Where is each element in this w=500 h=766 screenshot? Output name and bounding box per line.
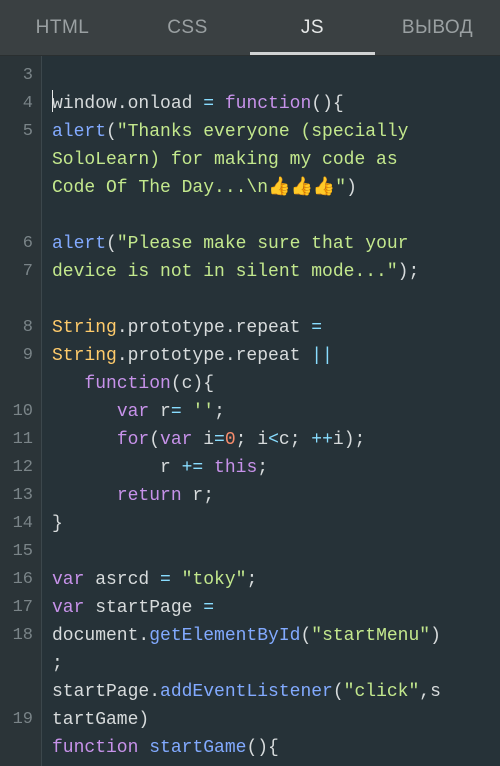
code-line[interactable]: window.onload = function(){ (52, 90, 500, 118)
line-number: 11 (0, 426, 41, 454)
code-line[interactable]: for(var i=0; i<c; ++i); (52, 426, 500, 454)
code-line[interactable] (52, 286, 500, 314)
line-number: 3 (0, 62, 41, 90)
line-number: 7 (0, 258, 41, 314)
code-line[interactable]: alert("Thanks everyone (specially (52, 118, 500, 146)
code-line[interactable]: document.getElementById("startMenu") (52, 622, 500, 650)
code-line[interactable] (52, 538, 500, 566)
code-area[interactable]: window.onload = function(){alert("Thanks… (42, 56, 500, 766)
tab-css[interactable]: CSS (125, 0, 250, 55)
line-number: 9 (0, 342, 41, 398)
line-number: 17 (0, 594, 41, 622)
code-line[interactable]: alert("Please make sure that your (52, 230, 500, 258)
code-editor[interactable]: 3456789101112131415161718192021222324 wi… (0, 56, 500, 766)
code-line[interactable]: SoloLearn) for making my code as (52, 146, 500, 174)
editor-tabs: HTML CSS JS ВЫВОД (0, 0, 500, 56)
line-number: 14 (0, 510, 41, 538)
code-line[interactable]: var asrcd = "toky"; (52, 566, 500, 594)
code-line[interactable] (52, 202, 500, 230)
code-line[interactable]: var startPage = (52, 594, 500, 622)
code-line[interactable]: tartGame) (52, 706, 500, 734)
tab-html[interactable]: HTML (0, 0, 125, 55)
code-line[interactable] (52, 62, 500, 90)
code-line[interactable]: String.prototype.repeat || (52, 342, 500, 370)
code-line[interactable]: startPage.style.display = (52, 762, 500, 766)
code-line[interactable]: } (52, 510, 500, 538)
line-number: 4 (0, 90, 41, 118)
line-number: 13 (0, 482, 41, 510)
line-number: 5 (0, 118, 41, 230)
code-line[interactable]: ; (52, 650, 500, 678)
code-line[interactable]: startPage.addEventListener("click",s (52, 678, 500, 706)
code-line[interactable]: r += this; (52, 454, 500, 482)
code-line[interactable]: String.prototype.repeat = (52, 314, 500, 342)
line-number-gutter: 3456789101112131415161718192021222324 (0, 56, 42, 766)
line-number: 16 (0, 566, 41, 594)
tab-output[interactable]: ВЫВОД (375, 0, 500, 55)
line-number: 6 (0, 230, 41, 258)
code-line[interactable]: return r; (52, 482, 500, 510)
line-number: 20 (0, 762, 41, 766)
code-line[interactable]: function(c){ (52, 370, 500, 398)
tab-js[interactable]: JS (250, 0, 375, 55)
line-number: 8 (0, 314, 41, 342)
line-number: 10 (0, 398, 41, 426)
code-line[interactable]: var r= ''; (52, 398, 500, 426)
line-number: 15 (0, 538, 41, 566)
code-line[interactable]: device is not in silent mode..."); (52, 258, 500, 286)
code-line[interactable]: Code Of The Day...\n👍👍👍") (52, 174, 500, 202)
line-number: 19 (0, 706, 41, 762)
line-number: 12 (0, 454, 41, 482)
code-line[interactable]: function startGame(){ (52, 734, 500, 762)
line-number: 18 (0, 622, 41, 706)
